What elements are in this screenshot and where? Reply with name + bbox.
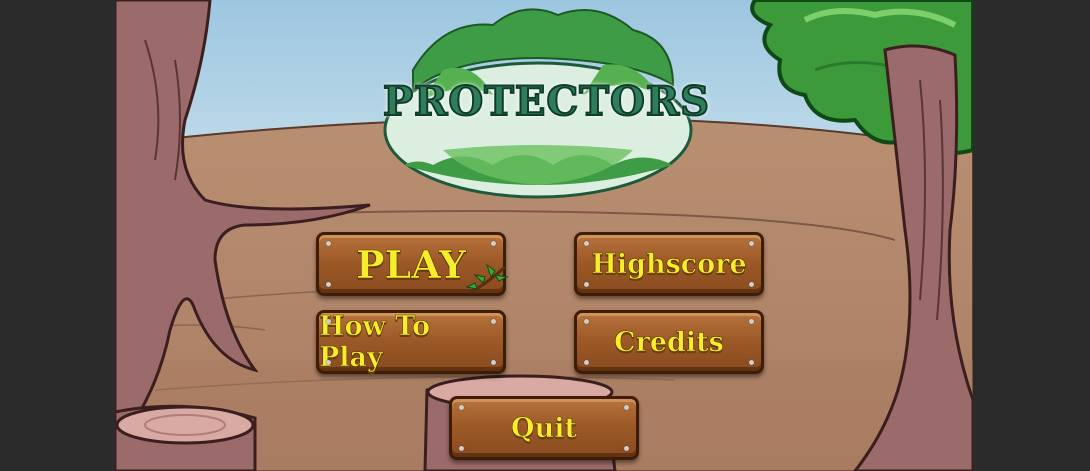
nail-decoration: [624, 446, 629, 451]
credits-button[interactable]: Credits: [574, 310, 764, 374]
nail-decoration: [326, 360, 331, 365]
nail-decoration: [584, 360, 589, 365]
nail-decoration: [584, 282, 589, 287]
quit-button-label: Quit: [511, 412, 577, 444]
nail-decoration: [326, 282, 331, 287]
highscore-button[interactable]: Highscore: [574, 232, 764, 296]
nail-decoration: [749, 282, 754, 287]
nail-decoration: [749, 360, 754, 365]
highscore-button-label: Highscore: [591, 248, 747, 280]
play-button[interactable]: PLAY: [316, 232, 509, 296]
credits-button-label: Credits: [614, 326, 724, 358]
game-logo: PROTECTORS: [382, 0, 710, 200]
play-button-label: PLAY: [355, 241, 467, 287]
nail-decoration: [459, 446, 464, 451]
game-screen: PROTECTORS PLAY Highscore How To Play Cr…: [115, 0, 973, 471]
how-to-play-button-label: How To Play: [319, 311, 431, 374]
leaf-sprig-icon: [465, 263, 509, 295]
logo-title: PROTECTORS: [382, 77, 710, 126]
how-to-play-button[interactable]: How To Play: [316, 310, 506, 374]
quit-button[interactable]: Quit: [449, 396, 639, 460]
nail-decoration: [491, 360, 496, 365]
